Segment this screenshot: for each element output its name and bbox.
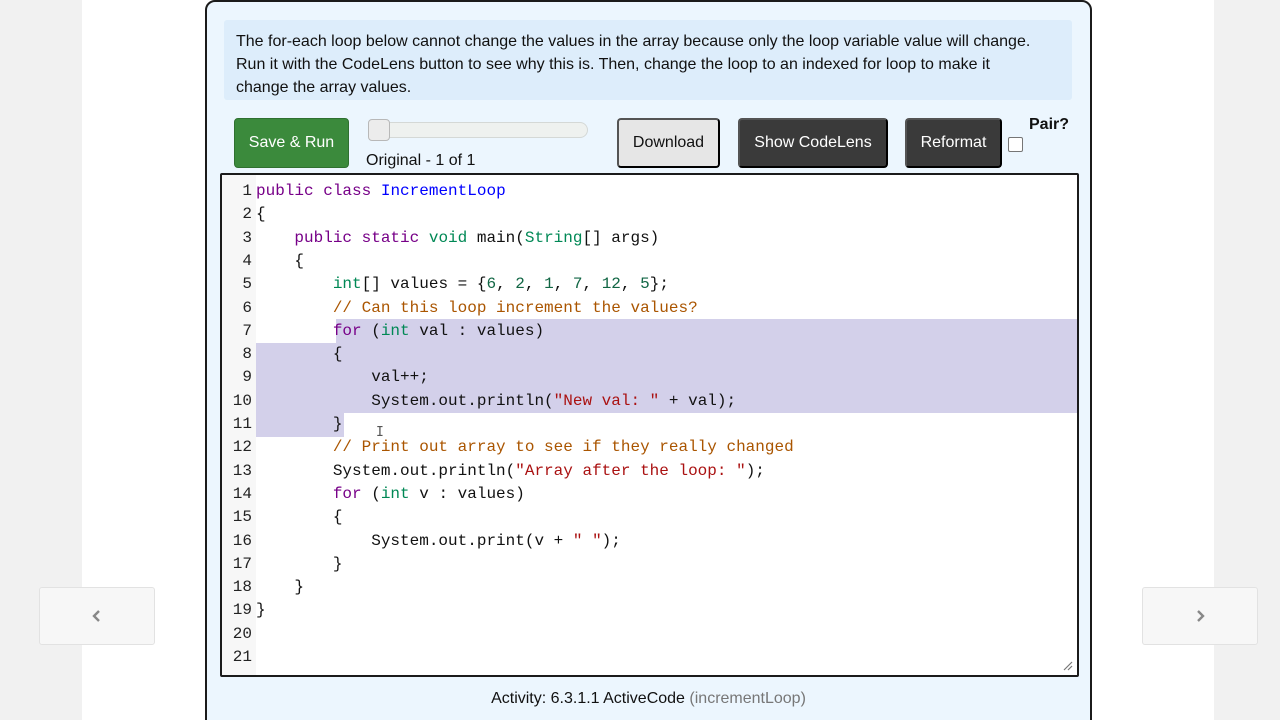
code-line[interactable]: 17 } <box>222 553 1077 576</box>
line-number: 16 <box>232 531 252 550</box>
code-text: { <box>256 205 266 224</box>
description-line: change the array values. <box>236 79 412 96</box>
chevron-left-icon <box>92 610 100 622</box>
line-number: 11 <box>232 415 252 433</box>
activity-id: (incrementLoop) <box>689 690 806 707</box>
line-number: 19 <box>232 601 252 620</box>
activity-description: The for-each loop below cannot change th… <box>224 20 1072 100</box>
code-line[interactable]: 18 } <box>222 576 1077 599</box>
code-text: for (int v : values) <box>332 484 525 503</box>
line-number: 1 <box>242 182 252 200</box>
code-text: System.out.print(v + " "); <box>256 531 621 550</box>
code-line[interactable]: 16 System.out.print(v + " "); <box>222 530 1077 553</box>
history-slider-track[interactable] <box>368 122 588 138</box>
code-line[interactable]: 11 } <box>222 413 1077 436</box>
code-editor[interactable]: 1 public class IncrementLoop 2{3 public st… <box>220 173 1079 677</box>
line-number: 4 <box>242 251 252 270</box>
line-number: 2 <box>242 205 252 224</box>
resize-grip-icon[interactable] <box>1063 661 1073 671</box>
line-number: 20 <box>232 624 252 643</box>
code-text: } <box>256 601 266 620</box>
code-line[interactable]: 7 for (int val : values) <box>222 320 1077 343</box>
code-text: // Print out array to see if they really… <box>332 438 794 457</box>
activity-label: Activity: 6.3.1.1 ActiveCode <box>491 690 685 707</box>
reformat-button[interactable]: Reformat <box>905 118 1002 168</box>
code-text: { <box>256 251 305 270</box>
line-number: 10 <box>232 391 252 410</box>
code-text: } <box>256 554 343 573</box>
line-number: 9 <box>242 368 252 387</box>
code-line[interactable]: 2{ <box>222 203 1077 226</box>
line-number: 15 <box>232 508 252 527</box>
code-text: } <box>256 415 343 433</box>
code-text: // Can this loop increment the values? <box>332 298 698 317</box>
download-button[interactable]: Download <box>617 118 720 168</box>
activity-footer: Activity: 6.3.1.1 ActiveCode (incrementL… <box>0 690 1280 708</box>
code-text: int[] values = {6, 2, 1, 7, 12, 5}; <box>332 275 669 294</box>
code-text: System.out.println("Array after the loop… <box>256 461 765 480</box>
history-label: Original - 1 of 1 <box>366 152 476 169</box>
code-text: } <box>256 578 305 597</box>
code-line[interactable]: 6 // Can this loop increment the values? <box>222 297 1077 320</box>
line-number: 14 <box>232 484 252 503</box>
code-line[interactable]: 19} <box>222 599 1077 622</box>
pair-checkbox[interactable] <box>1008 137 1023 152</box>
line-number: 3 <box>242 228 252 247</box>
line-number: 21 <box>232 648 252 666</box>
line-number: 17 <box>232 554 252 573</box>
pair-label: Pair? <box>1029 116 1070 133</box>
line-number: 12 <box>232 438 252 457</box>
code-line[interactable]: 21 <box>222 646 1077 669</box>
code-text: { <box>256 508 343 527</box>
save-and-run-button[interactable]: Save & Run <box>234 118 349 168</box>
code-line[interactable]: 12 // Print out array to see if they rea… <box>222 436 1077 459</box>
code-line[interactable]: 5 int[] values = {6, 2, 1, 7, 12, 5}; <box>222 273 1077 296</box>
description-line: Run it with the CodeLens button to see w… <box>236 56 990 73</box>
line-number: 6 <box>242 298 252 317</box>
code-line[interactable]: 4 { <box>222 250 1077 273</box>
line-number: 13 <box>232 461 252 480</box>
code-text: System.out.println("New val: " + val); <box>256 391 737 410</box>
code-line[interactable]: 3 public static void main(String[] args) <box>222 227 1077 250</box>
code-line[interactable]: 8 { <box>222 343 1077 366</box>
code-line[interactable]: 13 System.out.println("Array after the l… <box>222 460 1077 483</box>
next-page-button[interactable] <box>1142 587 1258 645</box>
line-number: 18 <box>232 578 252 597</box>
code-line[interactable]: 14 for (int v : values) <box>222 483 1077 506</box>
text-cursor-icon: I <box>376 425 384 440</box>
code-text: for (int val : values) <box>332 321 545 340</box>
line-number: 8 <box>242 345 252 364</box>
code-line[interactable]: 15 { <box>222 506 1077 529</box>
line-number: 5 <box>242 275 252 294</box>
code-line[interactable]: 10 System.out.println("New val: " + val)… <box>222 390 1077 413</box>
show-codelens-button[interactable]: Show CodeLens <box>738 118 888 168</box>
code-line[interactable]: 20 <box>222 623 1077 646</box>
code-line[interactable]: 9 val++; <box>222 366 1077 389</box>
chevron-right-icon <box>1197 610 1205 622</box>
history-slider-handle[interactable] <box>368 119 390 141</box>
code-text: val++; <box>256 368 429 387</box>
line-number: 7 <box>242 321 252 340</box>
description-line: The for-each loop below cannot change th… <box>236 33 1031 50</box>
code-text: public class IncrementLoop <box>256 182 506 200</box>
code-line[interactable]: 1 public class IncrementLoop <box>222 180 1077 203</box>
previous-page-button[interactable] <box>39 587 155 645</box>
code-text: { <box>256 345 343 364</box>
code-text: public static void main(String[] args) <box>294 228 660 247</box>
